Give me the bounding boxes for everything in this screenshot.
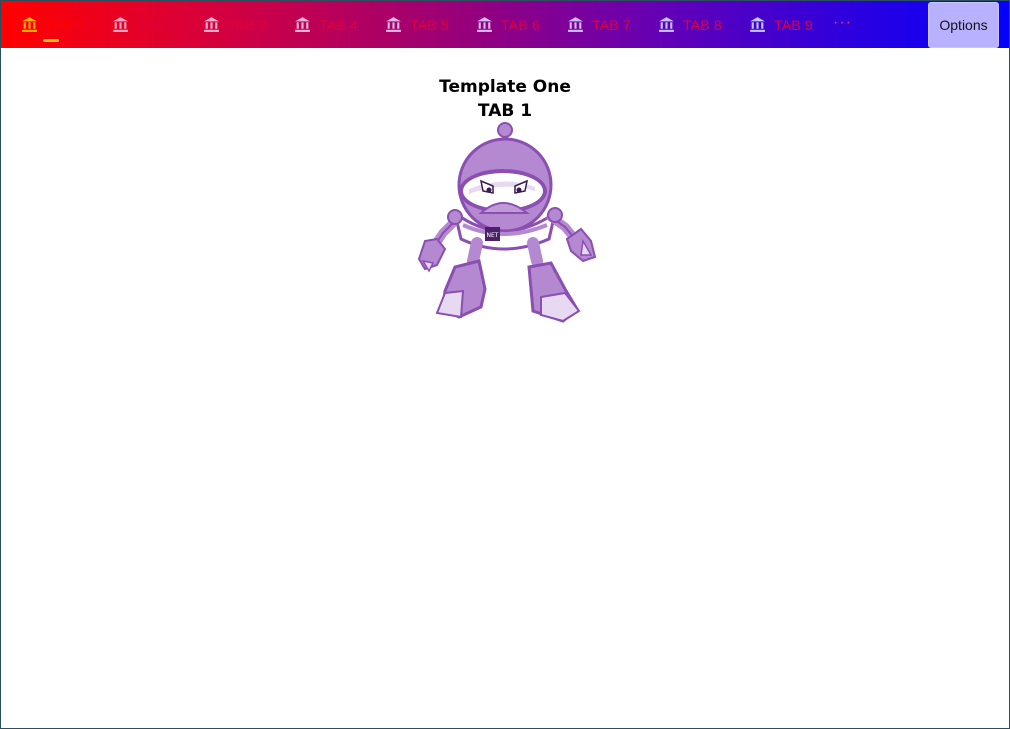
tab-3[interactable]: TAB 3 xyxy=(203,1,267,48)
bank-icon xyxy=(204,17,219,32)
app-window: TAB 1 TAB 3 TAB 3 TAB 4 TAB 5 TAB 6 TAB … xyxy=(0,0,1010,729)
tab-label: TAB 4 xyxy=(319,16,358,33)
bank-icon xyxy=(568,17,583,32)
dotnet-bot-mascot: NET xyxy=(417,122,597,323)
tab-2[interactable]: TAB 3 xyxy=(112,1,176,48)
bank-icon xyxy=(22,17,37,32)
bank-icon xyxy=(659,17,674,32)
bank-icon xyxy=(113,17,128,32)
tab-9[interactable]: TAB 9 xyxy=(749,1,813,48)
options-button[interactable]: Options xyxy=(928,2,999,48)
bank-icon xyxy=(295,17,310,32)
tab-bar: TAB 1 TAB 3 TAB 3 TAB 4 TAB 5 TAB 6 TAB … xyxy=(1,1,1009,48)
tab-label: TAB 1 xyxy=(46,16,85,33)
tab-6[interactable]: TAB 6 xyxy=(476,1,540,48)
chest-badge-text: NET xyxy=(487,232,499,239)
tab-label: TAB 9 xyxy=(774,16,813,33)
tab-7[interactable]: TAB 7 xyxy=(567,1,631,48)
tab-label: TAB 3 xyxy=(228,16,267,33)
tab-1[interactable]: TAB 1 xyxy=(21,1,85,48)
bank-icon xyxy=(750,17,765,32)
bank-icon xyxy=(477,17,492,32)
content-heading: Template One TAB 1 xyxy=(1,75,1009,123)
more-tabs-button[interactable]: ··· xyxy=(833,14,852,32)
tab-label: TAB 7 xyxy=(592,16,631,33)
tab-8[interactable]: TAB 8 xyxy=(658,1,722,48)
page-title: Template One xyxy=(439,77,571,97)
tab-label: TAB 8 xyxy=(683,16,722,33)
tab-label: TAB 6 xyxy=(501,16,540,33)
tab-5[interactable]: TAB 5 xyxy=(385,1,449,48)
page-subtitle: TAB 1 xyxy=(477,101,533,121)
tab-label: TAB 3 xyxy=(137,16,176,33)
selected-tab-indicator xyxy=(43,39,59,42)
tab-4[interactable]: TAB 4 xyxy=(294,1,358,48)
bank-icon xyxy=(386,17,401,32)
tab-label: TAB 5 xyxy=(410,16,449,33)
